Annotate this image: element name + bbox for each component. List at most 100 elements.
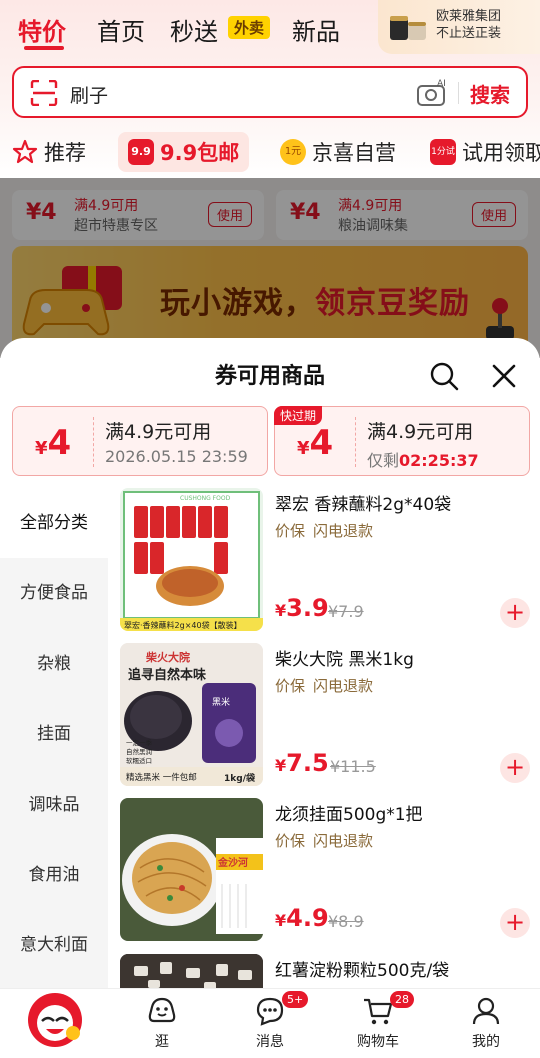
coupon-value: 4: [309, 423, 334, 463]
scan-icon[interactable]: [30, 80, 58, 106]
product-image-point: 自然黑润: [126, 747, 152, 756]
product-name[interactable]: 龙须挂面500g*1把: [275, 800, 423, 825]
category-recommend[interactable]: 推荐: [12, 132, 86, 172]
product-image-brand: CUSHONG FOOD: [180, 495, 231, 502]
countdown-time: 02:25:37: [399, 451, 479, 470]
coupon-countdown: 仅剩02:25:37: [367, 447, 479, 471]
sidebar-item-oil[interactable]: 食用油: [0, 840, 108, 910]
category-trial[interactable]: 1分试 试用领取: [430, 132, 540, 172]
coupon-condition: 满4.9元可用: [367, 421, 474, 443]
tag-fast-refund: 闪电退款: [313, 522, 374, 540]
tag-price-protect: 价保: [275, 832, 306, 850]
tag-fast-refund: 闪电退款: [313, 832, 374, 850]
tag-price-protect: 价保: [275, 677, 306, 695]
product-image[interactable]: 金沙河: [120, 798, 263, 941]
coupon-card[interactable]: 快过期 ¥4 满4.9元可用 仅剩02:25:37: [274, 406, 530, 476]
camera-icon[interactable]: AI: [416, 78, 448, 108]
tab-miaosong[interactable]: 秒送: [170, 12, 218, 47]
category-99-free-shipping[interactable]: 9.9 9.9包邮: [118, 132, 250, 172]
tab-browse[interactable]: 逛: [108, 989, 216, 1058]
camera-ai-badge: AI: [437, 79, 446, 89]
countdown-prefix: 仅剩: [367, 451, 400, 470]
tab-jd-home[interactable]: [0, 989, 108, 1058]
product-item[interactable]: 金沙河 龙须挂面500g*1把 价保 闪电退款 ¥4.9 ¥8.9 +: [108, 798, 540, 950]
product-image-caption: 翠宏·香辣蘸料2g×40袋【散装】: [124, 620, 242, 630]
price-value: 7.5: [286, 749, 329, 777]
original-price: ¥7.9: [328, 602, 364, 621]
product-image-point: 软糯适口: [126, 756, 152, 765]
price-value: 3.9: [286, 594, 329, 622]
add-to-cart-button[interactable]: +: [500, 908, 530, 938]
tab-cart[interactable]: 28 购物车: [324, 989, 432, 1058]
tab-label: 我的: [472, 1034, 500, 1050]
dip-powder-packets-image: CUSHONG FOOD 翠宏·香辣蘸料2g×40袋【散装】: [120, 488, 263, 631]
currency-symbol: ¥: [297, 438, 310, 459]
currency-symbol: ¥: [275, 601, 287, 620]
product-tags: 价保 闪电退款: [275, 520, 381, 541]
product-tags: 价保 闪电退款: [275, 830, 381, 851]
sidebar-item-pasta[interactable]: 意大利面: [0, 910, 108, 980]
sidebar-item-seasoning[interactable]: 调味品: [0, 770, 108, 840]
product-image-bag-label: 黑米: [212, 696, 230, 708]
cosmetics-jars-icon: [390, 16, 426, 40]
tab-label: 消息: [256, 1034, 284, 1050]
coupon-card[interactable]: ¥4 满4.9元可用 2026.05.15 23:59: [12, 406, 268, 476]
brand-ad[interactable]: 欧莱雅集团 不止送正装: [378, 0, 540, 54]
search-input[interactable]: 刷子: [70, 81, 108, 108]
product-name[interactable]: 红薯淀粉颗粒500克/袋: [275, 956, 449, 981]
channel-nav: 特价 首页 秒送 外卖 新品 欧莱雅集团 不止送正装: [0, 0, 540, 54]
close-icon[interactable]: [488, 360, 520, 392]
original-price: ¥11.5: [330, 757, 376, 776]
sidebar-item-noodles[interactable]: 挂面: [0, 699, 108, 769]
star-icon: [12, 139, 38, 164]
cart-count-badge: 28: [390, 991, 414, 1008]
tab-home[interactable]: 首页: [97, 12, 145, 47]
message-count-badge: 5+: [282, 991, 309, 1008]
product-list: CUSHONG FOOD 翠宏·香辣蘸料2g×40袋【散装】 翠宏 香辣蘸料2g…: [108, 488, 540, 988]
sidebar-item-all[interactable]: 全部分类: [0, 488, 108, 558]
search-bar[interactable]: 刷子 AI 搜索: [12, 66, 528, 118]
currency-symbol: ¥: [275, 911, 287, 930]
product-image[interactable]: 柴火大院 追寻自然本味 黑米 一定一季 自然黑润 软糯适口 精选黑米 一件包邮 …: [120, 643, 263, 786]
add-to-cart-button[interactable]: +: [500, 753, 530, 783]
search-divider: [458, 82, 459, 104]
add-to-cart-button[interactable]: +: [500, 598, 530, 628]
coupon-products-sheet: 券可用商品 ¥4 满4.9元可用 2026.05.15 23:59 快过期 ¥4…: [0, 338, 540, 988]
tab-tejia[interactable]: 特价: [18, 12, 66, 47]
category-label: 京喜自营: [312, 141, 396, 165]
coupon-value: 4: [47, 423, 72, 463]
product-image-brand: 金沙河: [217, 856, 248, 869]
brand-ad-line2: 不止送正装: [436, 26, 502, 41]
product-name[interactable]: 翠宏 香辣蘸料2g*40袋: [275, 490, 451, 515]
product-item[interactable]: 红薯淀粉颗粒500克/袋: [108, 954, 540, 988]
tab-messages[interactable]: 5+ 消息: [216, 989, 324, 1058]
price-99-icon: 9.9: [128, 139, 154, 165]
product-image-caption: 精选黑米 一件包邮: [126, 772, 197, 783]
sidebar-item-grains[interactable]: 杂粮: [0, 629, 108, 699]
tag-fast-refund: 闪电退款: [313, 677, 374, 695]
tab-new[interactable]: 新品: [292, 12, 340, 47]
tab-label: 逛: [155, 1034, 169, 1050]
product-image-point: 一定一季: [126, 738, 153, 747]
product-item[interactable]: CUSHONG FOOD 翠宏·香辣蘸料2g×40袋【散装】 翠宏 香辣蘸料2g…: [108, 488, 540, 640]
modal-overlay[interactable]: [0, 178, 540, 358]
product-name[interactable]: 柴火大院 黑米1kg: [275, 645, 414, 670]
category-label: 9.9包邮: [160, 141, 240, 165]
search-button[interactable]: 搜索: [470, 79, 510, 108]
trial-bag-icon: 1分试: [430, 139, 456, 165]
search-icon[interactable]: [428, 360, 460, 392]
coupon-divider: [355, 417, 356, 467]
product-image[interactable]: [120, 954, 263, 988]
bottom-tab-bar: 逛 5+ 消息 28 购物车 我的: [0, 988, 540, 1058]
product-item[interactable]: 柴火大院 追寻自然本味 黑米 一定一季 自然黑润 软糯适口 精选黑米 一件包邮 …: [108, 643, 540, 795]
coupon-amount: ¥4: [297, 423, 333, 463]
product-price: ¥7.5: [275, 749, 329, 777]
sidebar-item-instant-food[interactable]: 方便食品: [0, 558, 108, 628]
category-sidebar: 全部分类 方便食品 杂粮 挂面 调味品 食用油 意大利面: [0, 488, 108, 988]
price-value: 4.9: [286, 904, 329, 932]
product-price: ¥3.9: [275, 594, 329, 622]
category-jingxi[interactable]: 1元 京喜自营: [280, 132, 396, 172]
product-image[interactable]: CUSHONG FOOD 翠宏·香辣蘸料2g×40袋【散装】: [120, 488, 263, 631]
tab-label: 购物车: [357, 1034, 399, 1050]
tab-profile[interactable]: 我的: [432, 989, 540, 1058]
